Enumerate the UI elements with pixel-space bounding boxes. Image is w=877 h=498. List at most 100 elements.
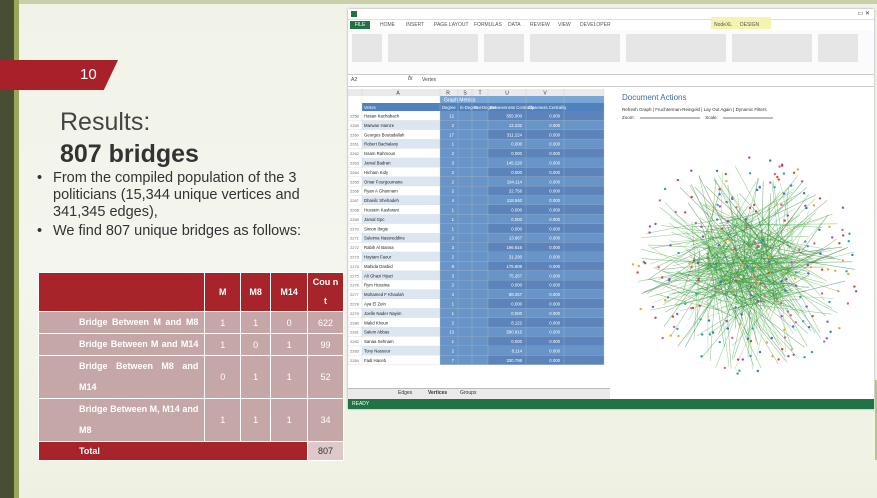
betweenness-value: 75.267 bbox=[509, 273, 523, 278]
graph-vertex bbox=[648, 231, 651, 234]
graph-vertex bbox=[764, 285, 767, 288]
degree-cell-bg bbox=[440, 355, 488, 365]
graph-vertex bbox=[648, 225, 652, 228]
graph-vertex bbox=[807, 272, 810, 275]
graph-vertex bbox=[663, 187, 667, 191]
betweenness-value: 0.000 bbox=[511, 226, 522, 231]
graph-vertex bbox=[828, 300, 831, 304]
graph-vertex bbox=[794, 321, 797, 324]
tab-insert[interactable]: INSERT bbox=[406, 22, 424, 28]
table-header-row: M M8 M14 Cou nt bbox=[37, 272, 344, 312]
ribbon-group bbox=[530, 34, 620, 62]
layout-select[interactable]: Fruchterman-Reingold bbox=[655, 107, 700, 112]
row-number: 2282 bbox=[350, 339, 360, 344]
group-header-text: Graph Metrics bbox=[444, 98, 476, 104]
row-number: 2273 bbox=[350, 255, 360, 260]
name-box[interactable]: A2 bbox=[351, 77, 357, 83]
graph-vertex bbox=[749, 285, 752, 288]
graph-vertex bbox=[711, 331, 715, 334]
worksheet-grid[interactable]: A R S T U V Graph Metrics Vertex Degree In-Degree… bbox=[348, 89, 610, 389]
closeness-value: 0.000 bbox=[549, 114, 560, 119]
row-number: 2283 bbox=[350, 349, 360, 354]
betweenness-value: 580.815 bbox=[506, 330, 522, 335]
tab-page-layout[interactable]: PAGE LAYOUT bbox=[434, 22, 469, 28]
graph-vertex bbox=[775, 297, 778, 300]
graph-vertex bbox=[841, 259, 845, 262]
betweenness-value: 175.808 bbox=[506, 264, 522, 269]
row-number: 2271 bbox=[350, 236, 360, 241]
graph-vertex bbox=[726, 327, 729, 330]
refresh-graph-button[interactable]: Refresh Graph bbox=[622, 107, 652, 112]
zoom-slider[interactable] bbox=[640, 116, 701, 119]
table-row: Bridge Between M8 and M14 0 1 1 52 bbox=[37, 355, 344, 399]
graph-vertex bbox=[644, 262, 647, 265]
tab-design[interactable]: DESIGN bbox=[740, 22, 759, 28]
betweenness-value: 330.798 bbox=[506, 358, 522, 363]
vertex-name: Issam Rahmoun bbox=[364, 151, 396, 156]
graph-vertex bbox=[713, 206, 717, 210]
tab-developer[interactable]: DEVELOPER bbox=[580, 22, 611, 28]
tab-data[interactable]: DATA bbox=[508, 22, 521, 28]
document-actions-pane: Document Actions Refresh Graph | Fruchte… bbox=[616, 89, 874, 389]
graph-vertex bbox=[748, 172, 752, 175]
tab-home[interactable]: HOME bbox=[380, 22, 395, 28]
cell-count: 622 bbox=[307, 311, 344, 334]
bullet-text: We find 807 unique bridges as follows: bbox=[53, 223, 301, 239]
graph-vertex bbox=[783, 219, 786, 222]
degree-cell-bg bbox=[440, 167, 488, 177]
sheet-tab-groups[interactable]: Groups bbox=[460, 390, 476, 396]
row-number: 2260 bbox=[350, 132, 360, 137]
tab-nodexl[interactable]: NodeXL bbox=[714, 22, 732, 28]
network-graph[interactable] bbox=[616, 127, 874, 387]
formula-input[interactable]: Vertex bbox=[422, 77, 436, 83]
degree-cell-bg bbox=[440, 242, 488, 252]
closeness-value: 0.000 bbox=[549, 358, 560, 363]
graph-edge bbox=[707, 225, 710, 279]
graph-vertex bbox=[676, 327, 679, 331]
graph-vertex bbox=[748, 156, 751, 159]
graph-vertex bbox=[677, 334, 680, 338]
graph-vertex bbox=[756, 188, 759, 192]
graph-vertex bbox=[637, 264, 640, 268]
graph-vertex bbox=[771, 355, 774, 358]
graph-vertex bbox=[736, 372, 739, 375]
graph-vertex bbox=[694, 221, 697, 225]
graph-vertex bbox=[847, 272, 850, 276]
scale-slider[interactable] bbox=[723, 116, 774, 119]
graph-vertex bbox=[752, 277, 756, 280]
cell-m: 1 bbox=[204, 311, 242, 334]
layout-again-button[interactable]: Lay Out Again bbox=[704, 107, 732, 112]
metric-cell-bg bbox=[488, 270, 604, 281]
document-actions-title: Document Actions bbox=[622, 93, 687, 102]
degree-cell-bg bbox=[440, 252, 488, 262]
graph-vertex bbox=[708, 333, 712, 336]
betweenness-value: 196.616 bbox=[506, 245, 522, 250]
file-tab[interactable]: FILE bbox=[350, 21, 370, 29]
graph-vertex bbox=[780, 203, 783, 206]
graph-vertex bbox=[818, 197, 822, 200]
tab-view[interactable]: VIEW bbox=[558, 22, 571, 28]
cell-count: 34 bbox=[307, 398, 344, 442]
graph-vertex bbox=[717, 244, 721, 247]
tab-formulas[interactable]: FORMULAS bbox=[474, 22, 502, 28]
metric-cell-bg bbox=[488, 336, 604, 346]
sheet-tabs: Edges Vertices Groups bbox=[348, 388, 610, 399]
graph-vertex bbox=[741, 358, 744, 361]
sheet-tab-edges[interactable]: Edges bbox=[398, 390, 412, 396]
graph-vertex bbox=[748, 206, 752, 210]
tab-review[interactable]: REVIEW bbox=[530, 22, 550, 28]
ribbon-group bbox=[388, 34, 478, 62]
metric-cell-bg bbox=[488, 223, 604, 234]
graph-vertex bbox=[734, 279, 738, 282]
graph-vertex bbox=[789, 314, 792, 317]
betweenness-value: 0.000 bbox=[511, 217, 522, 222]
sheet-tab-vertices[interactable]: Vertices bbox=[428, 390, 447, 396]
graph-vertex bbox=[806, 245, 809, 248]
dynamic-filters-button[interactable]: Dynamic Filters bbox=[736, 107, 767, 112]
row-label: Bridge Between M, M14 and M8 bbox=[37, 398, 206, 442]
graph-vertex bbox=[811, 314, 814, 318]
graph-vertex bbox=[769, 159, 772, 162]
graph-vertex bbox=[697, 279, 700, 282]
vertex-name: Hicham Kidy bbox=[364, 170, 389, 175]
graph-vertex bbox=[754, 210, 758, 213]
